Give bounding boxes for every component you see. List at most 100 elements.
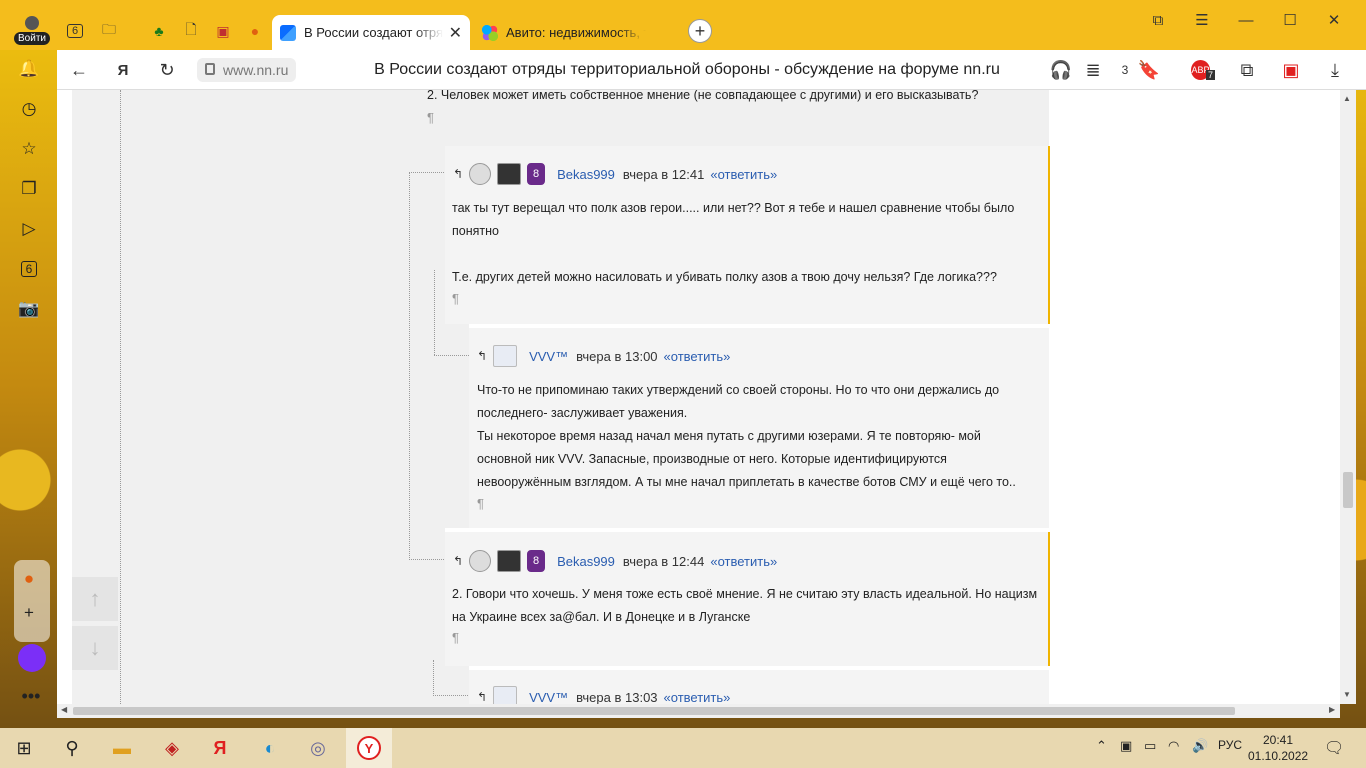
headphones-icon[interactable]: 🎧 (1049, 58, 1073, 82)
yandex-app-icon[interactable]: Я (206, 734, 234, 762)
clock[interactable]: 20:41 01.10.2022 (1248, 732, 1308, 764)
reader-mode-icon[interactable]: ≣ (1081, 58, 1105, 82)
scroll-thumb[interactable] (1343, 472, 1353, 508)
new-tab-button[interactable]: + (688, 19, 712, 43)
pinned-tab-tree-icon[interactable]: ♣ (146, 18, 172, 44)
app-red-icon[interactable]: ◈ (158, 734, 186, 762)
scroll-down-arrow-icon[interactable]: ▼ (1343, 690, 1351, 699)
notifications-icon[interactable]: 🗨 (1324, 738, 1344, 758)
author-link[interactable]: Bekas999 (557, 167, 615, 182)
history-icon[interactable]: ◷ (16, 96, 42, 122)
author-link[interactable]: Bekas999 (557, 554, 615, 569)
reload-icon[interactable]: ↻ (155, 58, 179, 82)
scroll-down-button[interactable]: ↓ (72, 626, 118, 670)
pilcrow-mark: ¶ (452, 630, 459, 645)
scroll-right-arrow-icon[interactable]: ▶ (1329, 705, 1335, 714)
login-button[interactable]: Войти (12, 14, 52, 46)
alice-assistant-icon[interactable] (18, 644, 46, 672)
windows-taskbar: ⊞ ⚲ ▬ ◈ Я ◐ ◎ Y ⌃ ▣ ▭ ◠ 🔊 РУС 20:41 01.1… (0, 728, 1366, 768)
close-window-icon[interactable]: ✕ (1314, 8, 1354, 32)
download-icon[interactable]: ⤓ (1323, 58, 1347, 82)
play-video-icon[interactable]: ▷ (16, 216, 42, 242)
author-link[interactable]: VVV™ (529, 690, 568, 705)
reply-arrow-icon: ↰ (477, 690, 488, 704)
tab-active[interactable]: В России создают отряды территориальной … (272, 15, 470, 50)
screenshot-camera-icon[interactable]: 📷 (16, 296, 42, 322)
mail-app-icon[interactable]: ● (16, 566, 42, 592)
reply-link[interactable]: «ответить» (710, 554, 777, 569)
pinned-tab-document-icon[interactable]: 🗋 (178, 18, 204, 44)
battery-icon[interactable]: ▭ (1144, 738, 1156, 754)
favorites-star-icon[interactable]: ☆ (16, 136, 42, 162)
thread-line (434, 270, 435, 355)
tray-chevron-up-icon[interactable]: ⌃ (1096, 738, 1107, 754)
reply-link[interactable]: «ответить» (710, 167, 777, 182)
tray-camera-icon[interactable]: ▣ (1120, 738, 1132, 754)
windows-start-icon[interactable]: ⊞ (10, 734, 38, 762)
extensions-icon[interactable]: ⧉ (1235, 58, 1259, 82)
adblock-icon[interactable]: ABP 7 (1191, 58, 1215, 82)
post-time: вчера в 13:00 (576, 348, 658, 364)
post-meta: ↰ 8 Bekas999 вчера в 12:44 «ответить» (453, 549, 777, 573)
post-meta: ↰ VVV™ вчера в 13:03 «ответить» (477, 685, 730, 704)
bookmarks-panel-icon[interactable]: ⧉ (1138, 8, 1178, 32)
vw-logo-icon (469, 550, 492, 572)
tabs-count: 6 (66, 24, 84, 38)
default-avatar-icon[interactable] (493, 345, 518, 367)
more-icon[interactable]: ••• (16, 686, 46, 706)
pinned-tab-image-icon[interactable]: ▣ (210, 18, 236, 44)
post-meta: ↰ 8 Bekas999 вчера в 12:41 «ответить» (453, 162, 777, 186)
volume-icon[interactable]: 🔊 (1192, 738, 1208, 754)
notifications-bell-icon[interactable]: 🔔 (16, 56, 42, 82)
scroll-left-arrow-icon[interactable]: ◀ (61, 705, 67, 714)
yandex-browser-taskbar-icon[interactable]: Y (346, 728, 392, 768)
torrent-app-icon[interactable]: ◎ (304, 734, 332, 762)
tab-avito[interactable]: Авито: недвижимость, транспорт (474, 15, 674, 50)
collections-icon[interactable]: ❐ (16, 176, 42, 202)
horizontal-scrollbar[interactable]: ◀ ▶ (57, 704, 1340, 718)
maximize-icon[interactable]: ☐ (1270, 8, 1310, 32)
pilcrow-mark: ¶ (477, 496, 484, 511)
page-title[interactable]: В России создают отряды территориальной … (367, 50, 1007, 90)
default-avatar-icon[interactable] (493, 686, 518, 704)
avatar[interactable] (497, 163, 522, 185)
scroll-up-button[interactable]: ↑ (72, 577, 118, 621)
folder-add-icon[interactable]: 🗀 (96, 18, 122, 44)
tabs-counter-icon[interactable]: 6 (16, 256, 42, 282)
back-icon[interactable]: ← (67, 58, 91, 82)
post-time: вчера в 12:41 (622, 166, 705, 182)
tab-title: Авито: недвижимость, транспорт (506, 25, 646, 40)
scroll-thumb[interactable] (73, 707, 1235, 715)
search-icon[interactable]: ⚲ (58, 734, 86, 762)
menu-icon[interactable]: ☰ (1182, 8, 1222, 32)
vertical-scrollbar[interactable]: ▲ ▼ (1340, 90, 1356, 704)
edge-browser-icon[interactable]: ◐ (256, 734, 284, 762)
site-domain[interactable]: www.nn.ru (197, 58, 297, 82)
post-text: так ты тут верещал что полк азов герои..… (452, 201, 1015, 284)
lock-icon (205, 63, 215, 75)
reply-link[interactable]: «ответить» (664, 349, 731, 364)
extension-check-icon[interactable]: ▣ (1279, 58, 1303, 82)
file-explorer-icon[interactable]: ▬ (108, 734, 136, 762)
reply-arrow-icon: ↰ (453, 167, 464, 181)
minimize-icon[interactable]: — (1226, 8, 1266, 32)
avatar[interactable] (497, 550, 522, 572)
pinned-tab-mail-icon[interactable]: ● (242, 18, 268, 44)
reply-link[interactable]: «ответить» (664, 690, 731, 705)
post-text: Что-то не припоминаю таких утверждений с… (477, 383, 1016, 489)
bookmark-icon[interactable]: 🔖 (1137, 58, 1161, 82)
post-time: вчера в 13:03 (576, 689, 658, 705)
close-tab-icon[interactable]: ✕ (449, 23, 462, 43)
language-indicator[interactable]: РУС (1218, 738, 1242, 752)
downloads-badge[interactable]: 3 (1113, 58, 1137, 82)
tabs-count-button[interactable]: 6 (62, 18, 88, 44)
wifi-icon[interactable]: ◠ (1168, 738, 1179, 754)
browser-sidebar: 🔔 ◷ ☆ ❐ ▷ 6 📷 ● + ••• (0, 50, 57, 728)
scroll-up-arrow-icon[interactable]: ▲ (1343, 94, 1351, 103)
vw-logo-icon (469, 163, 492, 185)
thread-line (409, 172, 444, 173)
browser-tab-bar: Войти 6 🗀 ♣ 🗋 ▣ ● В России создают отряд… (0, 0, 1366, 50)
add-app-icon[interactable]: + (16, 600, 42, 626)
author-link[interactable]: VVV™ (529, 349, 568, 364)
yandex-icon[interactable]: Я (111, 58, 135, 82)
